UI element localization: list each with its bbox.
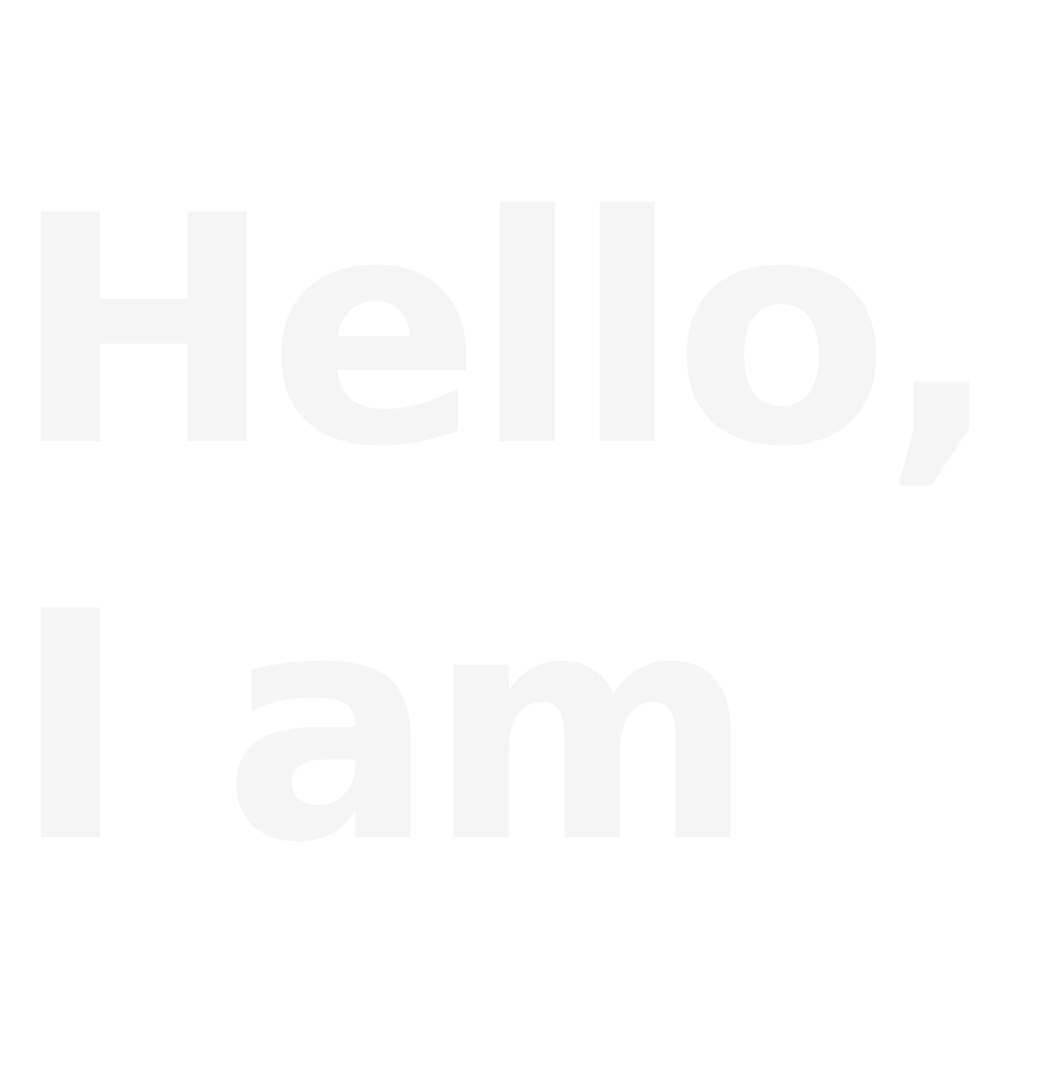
hero-intro-line: I am bbox=[12, 546, 756, 912]
hero-section: Hello, I am bbox=[0, 0, 1050, 1080]
hero-greeting-line: Hello, bbox=[12, 150, 1001, 516]
